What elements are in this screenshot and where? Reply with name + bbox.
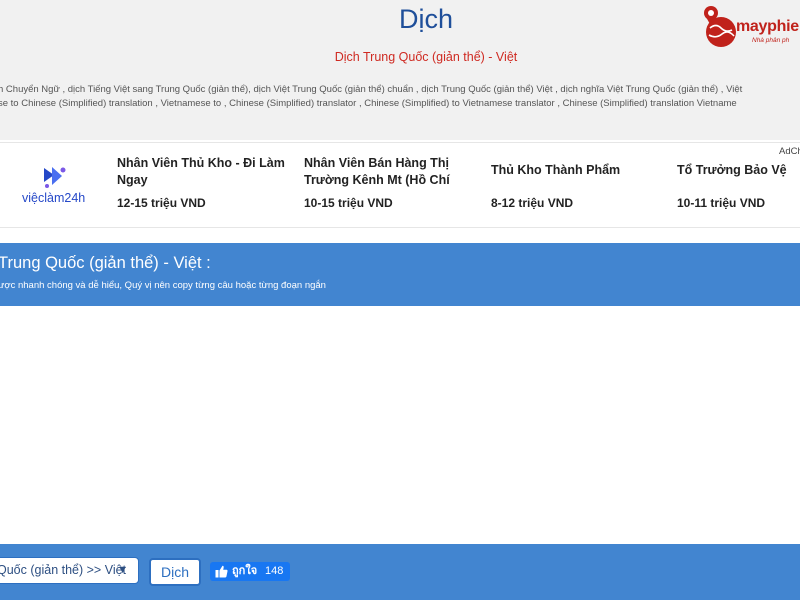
translator-header-band: Trung Quốc (giản thể) - Việt : ược nhanh… [0, 243, 800, 306]
like-count: 148 [265, 565, 284, 577]
thumbs-up-icon [215, 565, 228, 578]
job-title[interactable]: Nhân Viên Bán Hàng Thị Trường Kênh Mt (H… [304, 155, 479, 189]
viec-lam-star-icon [44, 167, 66, 188]
job-card[interactable]: Nhân Viên Bán Hàng Thị Trường Kênh Mt (H… [304, 155, 479, 210]
ad-brand-logo[interactable]: việclàm24h [18, 165, 98, 209]
like-label: ถูกใจ [232, 565, 258, 577]
logo-slogan: Nhà phân ph [752, 37, 790, 44]
translator-footer: Quốc (giản thể) >> Việt ▼ Dịch ถูกใจ 148 [0, 544, 800, 600]
job-card[interactable]: Nhân Viên Thủ Kho - Đi Làm Ngay 12-15 tr… [117, 155, 292, 210]
keywords-line: h Chuyển Ngữ , dịch Tiếng Việt sang Trun… [0, 84, 743, 95]
job-salary: 10-15 triệu VND [304, 196, 393, 210]
ad-brand-name: việclàm24h [22, 191, 86, 205]
page-title: Dịch [398, 4, 453, 34]
job-title[interactable]: Nhân Viên Thủ Kho - Đi Làm Ngay [117, 155, 292, 189]
job-card[interactable]: Thủ Kho Thành Phẩm 8-12 triệu VND [491, 162, 666, 210]
job-salary: 10-11 triệu VND [677, 196, 766, 210]
translator-hint: ược nhanh chóng và dễ hiểu, Quý vị nên c… [0, 280, 326, 291]
job-title[interactable]: Tổ Trưởng Bảo Vệ [677, 162, 787, 196]
chevron-down-icon: ▼ [117, 564, 128, 576]
job-title[interactable]: Thủ Kho Thành Phẩm [491, 162, 666, 196]
facebook-like-button[interactable]: ถูกใจ 148 [210, 562, 290, 581]
job-card[interactable]: Tổ Trưởng Bảo Vệ 10-11 triệu VND [677, 162, 787, 210]
language-pair-select[interactable]: Quốc (giản thể) >> Việt ▼ [0, 557, 139, 584]
job-salary: 8-12 triệu VND [491, 196, 574, 210]
source-text-input[interactable] [0, 306, 800, 544]
site-logo[interactable]: mayphie Nhà phân ph [700, 4, 800, 50]
keywords-line: se to Chinese (Simplified) translation ,… [0, 98, 737, 109]
page-header: Dịch Dịch Trung Quốc (giản thể) - Việt m… [0, 0, 800, 140]
ad-choices-label[interactable]: AdCh [779, 146, 800, 157]
job-ad-panel: AdCh việclàm24h Nhân Viên Thủ Kho - Đi L… [0, 142, 800, 228]
job-salary: 12-15 triệu VND [117, 196, 206, 210]
translate-button[interactable]: Dịch [149, 558, 201, 586]
page-subtitle: Dịch Trung Quốc (giản thể) - Việt [334, 50, 518, 64]
logo-text: mayphie [736, 18, 799, 35]
globe-pin-icon [704, 6, 736, 47]
language-pair-value: Quốc (giản thể) >> Việt [0, 563, 127, 577]
translator-title: Trung Quốc (giản thể) - Việt : [0, 254, 211, 272]
